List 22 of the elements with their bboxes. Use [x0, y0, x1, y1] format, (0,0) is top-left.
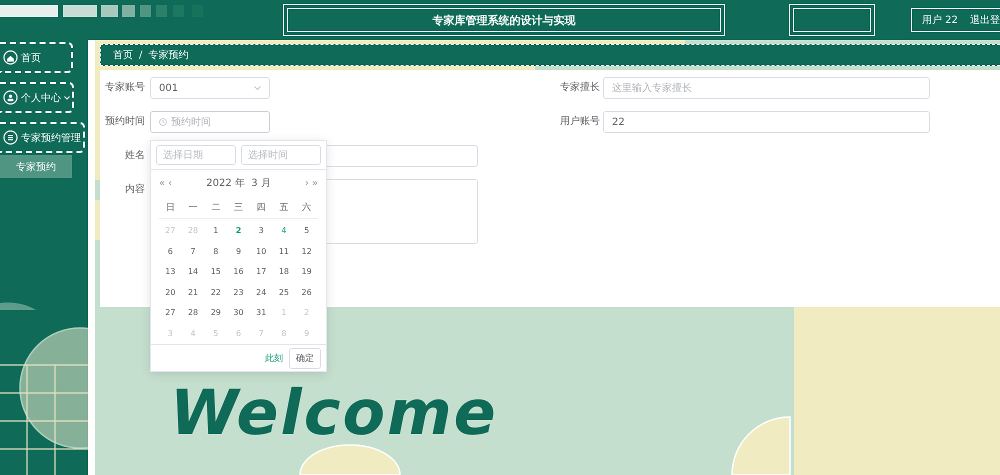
weekday-label: 五 [272, 198, 296, 219]
placeholder-text: 预约时间 [171, 116, 211, 129]
weekday-label: 一 [182, 198, 204, 219]
select-value: 001 [159, 82, 178, 94]
field-label: 内容 [124, 182, 145, 197]
sidebar-item-label: 专家预约管理 [21, 132, 81, 144]
field-label: 用户账号 [560, 114, 598, 129]
weekday-label: 日 [159, 198, 182, 219]
sidebar-item-label: 首页 [21, 52, 41, 64]
calendar-title: 2022 年 3 月 [206, 177, 271, 190]
field-label: 专家擅长 [560, 80, 598, 95]
weekday-label: 二 [204, 198, 228, 219]
welcome-text: Welcome [170, 376, 498, 449]
field-label: 预约时间 [104, 114, 145, 129]
field-label: 姓名 [124, 149, 145, 163]
sidebar-item-label: 个人中心 [21, 92, 61, 104]
breadcrumb-separator: / [139, 50, 142, 60]
field-label: 专家账号 [104, 80, 145, 95]
weekday-label: 四 [250, 198, 273, 219]
user-name: 用户 22 [922, 14, 958, 27]
weekday-label: 三 [227, 198, 250, 219]
weekday-label: 六 [295, 198, 318, 219]
